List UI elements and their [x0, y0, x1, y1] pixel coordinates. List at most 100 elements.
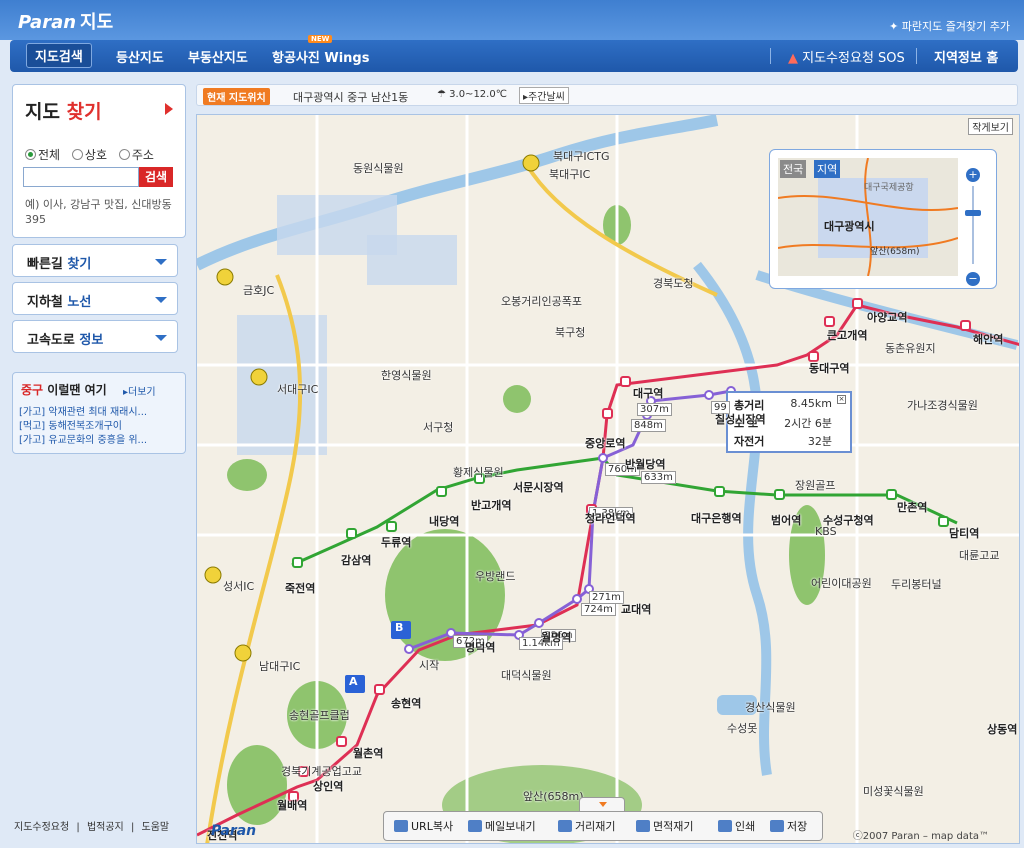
map-place-label[interactable]: 서대구IC: [277, 381, 318, 397]
map-place-label[interactable]: 죽전역: [285, 580, 315, 596]
map-place-label[interactable]: 칠성시장역: [715, 411, 766, 427]
map-place-label[interactable]: 대구은행역: [691, 510, 742, 526]
map-place-label[interactable]: 동대구역: [809, 360, 849, 376]
map-place-label[interactable]: 우방랜드: [475, 568, 515, 584]
tab-region[interactable]: 지역: [814, 160, 841, 178]
map-place-label[interactable]: 동촌유원지: [885, 340, 936, 356]
map-place-label[interactable]: 상동역: [987, 721, 1017, 737]
arrow-right-icon[interactable]: [165, 103, 173, 115]
map-place-label[interactable]: 앞산(658m): [523, 788, 584, 804]
map-place-label[interactable]: 북대구IC: [549, 166, 590, 182]
marker-b[interactable]: B: [395, 621, 403, 634]
map-place-label[interactable]: 금호JC: [243, 282, 274, 298]
map-place-label[interactable]: KBS: [815, 525, 837, 538]
top-bar: Paran 지도 ✦ 파란지도 즐겨찾기 추가: [0, 0, 1024, 40]
zoom-in-button[interactable]: +: [966, 168, 980, 182]
map-place-label[interactable]: 두류역: [381, 534, 411, 550]
subway-section[interactable]: 지하철 노선: [12, 282, 178, 315]
map-place-label[interactable]: 두리봉터널: [891, 576, 942, 592]
map-place-label[interactable]: 송현골프클럽: [289, 707, 350, 723]
map-place-label[interactable]: 성서IC: [223, 578, 254, 594]
map-place-label[interactable]: 수성못: [727, 720, 757, 736]
more-link[interactable]: ▸더보기: [123, 383, 156, 398]
map-place-label[interactable]: 시작: [419, 657, 439, 673]
add-favorite-link[interactable]: ✦ 파란지도 즐겨찾기 추가: [889, 18, 1010, 34]
map-place-label[interactable]: 황제식물원: [453, 464, 504, 480]
map-place-label[interactable]: 감삼역: [341, 552, 371, 568]
search-button[interactable]: 검색: [139, 167, 173, 187]
send-mail-button[interactable]: 메일보내기: [468, 818, 536, 836]
map-place-label[interactable]: 동원식물원: [353, 160, 404, 176]
map-place-label[interactable]: 해안역: [973, 331, 1003, 347]
map-place-label[interactable]: 대덕식물원: [501, 667, 552, 683]
map-place-label[interactable]: 큰고개역: [827, 327, 867, 343]
measure-area-button[interactable]: 면적재기: [636, 818, 693, 836]
footer-legal-link[interactable]: 법적공지: [87, 822, 124, 833]
highway-section[interactable]: 고속도로 정보: [12, 320, 178, 353]
map-place-label[interactable]: 한영식물원: [381, 367, 432, 383]
radio-business[interactable]: 상호: [71, 146, 107, 163]
map-view[interactable]: 작게보기 전국 지역 대구국제공항 대구광역시 앞산(658m) + − × 총…: [196, 114, 1020, 844]
map-place-label[interactable]: 월배역: [277, 797, 307, 813]
map-place-label[interactable]: 오봉거리인공폭포: [501, 293, 582, 309]
close-icon[interactable]: ×: [837, 395, 846, 404]
map-place-label[interactable]: 서구청: [423, 419, 453, 435]
footer-help-link[interactable]: 도움말: [142, 822, 170, 833]
map-place-label[interactable]: 범어역: [771, 512, 801, 528]
map-place-label[interactable]: 월명역: [541, 629, 571, 645]
map-place-label[interactable]: 청라언덕역: [585, 510, 636, 526]
map-place-label[interactable]: 월촌역: [353, 745, 383, 761]
map-place-label[interactable]: 경북기계공업고교: [281, 763, 362, 779]
save-button[interactable]: 저장: [770, 818, 807, 836]
map-place-label[interactable]: 대구역: [633, 385, 663, 401]
local-item[interactable]: [가고] 악재관련 최대 재래시...: [19, 403, 183, 418]
print-button[interactable]: 인쇄: [718, 818, 755, 836]
map-place-label[interactable]: 송현역: [391, 695, 421, 711]
small-view-button[interactable]: 작게보기: [968, 118, 1013, 135]
paran-logo[interactable]: Paran 지도: [18, 8, 113, 34]
map-place-label[interactable]: 장원골프: [795, 477, 835, 493]
expand-toolbar-tab[interactable]: [579, 797, 625, 811]
map-place-label[interactable]: 만촌역: [897, 499, 927, 515]
marker-a[interactable]: A: [349, 675, 358, 688]
map-place-label[interactable]: 미성꽃식물원: [863, 783, 924, 799]
map-place-label[interactable]: 북구청: [555, 324, 585, 340]
nav-hiking-map[interactable]: 등산지도: [116, 47, 164, 66]
map-place-label[interactable]: 서문시장역: [513, 479, 564, 495]
radio-address[interactable]: 주소: [118, 146, 154, 163]
quick-route-section[interactable]: 빠른길 찾기: [12, 244, 178, 277]
zoom-slider[interactable]: [965, 210, 981, 216]
map-place-label[interactable]: 반고개역: [471, 497, 511, 513]
nav-map-search[interactable]: 지도검색: [26, 43, 92, 68]
radio-all[interactable]: 전체: [25, 146, 60, 163]
tab-nationwide[interactable]: 전국: [780, 160, 807, 178]
local-item[interactable]: [가고] 유교문화의 중흥을 위...: [19, 431, 183, 446]
map-place-label[interactable]: 아양교역: [867, 309, 907, 325]
map-place-label[interactable]: 북대구ICTG: [553, 148, 610, 164]
map-place-label[interactable]: 교대역: [621, 601, 651, 617]
map-place-label[interactable]: 중앙로역: [585, 435, 625, 451]
map-place-label[interactable]: 명덕역: [465, 639, 495, 655]
nav-region-home[interactable]: 지역정보 홈: [934, 47, 998, 66]
map-place-label[interactable]: 내당역: [429, 513, 459, 529]
measure-distance-button[interactable]: 거리재기: [558, 818, 615, 836]
zoom-out-button[interactable]: −: [966, 272, 980, 286]
weekly-weather-button[interactable]: ▸주간날씨: [519, 87, 569, 104]
map-place-label[interactable]: 경산식물원: [745, 699, 796, 715]
nav-realestate-map[interactable]: 부동산지도: [188, 47, 248, 66]
url-copy-button[interactable]: URL복사: [394, 818, 453, 836]
map-place-label[interactable]: 남대구IC: [259, 658, 300, 674]
search-input[interactable]: [23, 167, 139, 187]
local-item[interactable]: [먹고] 동해전복조개구이: [19, 417, 183, 432]
map-place-label[interactable]: 대륜고교: [959, 547, 999, 563]
minimap-canvas[interactable]: 전국 지역 대구국제공항 대구광역시 앞산(658m): [778, 158, 958, 276]
map-place-label[interactable]: 상인역: [313, 778, 343, 794]
map-place-label[interactable]: 가나조경식물원: [907, 397, 978, 413]
map-place-label[interactable]: 경북도청: [653, 275, 693, 291]
map-place-label[interactable]: 반월당역: [625, 456, 665, 472]
map-place-label[interactable]: 어린이대공원: [811, 575, 872, 591]
nav-sos[interactable]: ▲ 지도수정요청 SOS: [788, 47, 905, 66]
nav-aerial-wings[interactable]: 항공사진 Wings NEW: [272, 35, 369, 66]
footer-report-link[interactable]: 지도수정요청: [14, 822, 69, 833]
map-place-label[interactable]: 담티역: [949, 525, 979, 541]
